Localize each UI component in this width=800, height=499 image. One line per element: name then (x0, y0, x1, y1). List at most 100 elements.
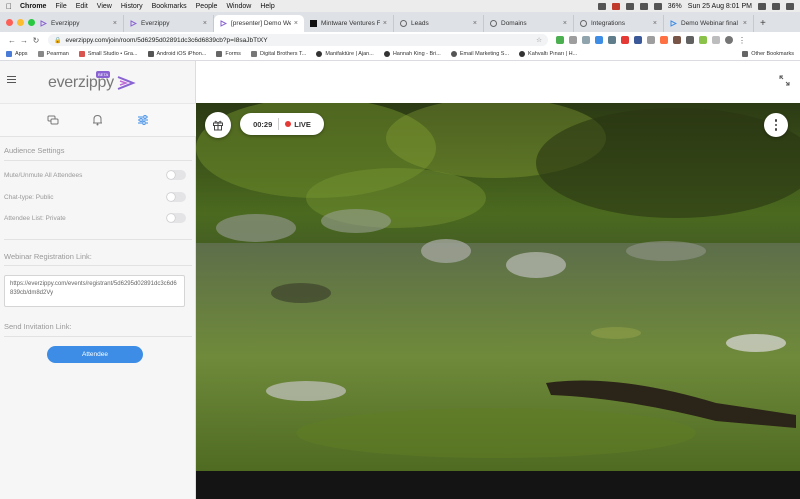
browser-tab[interactable]: Mintware Ventures FZ × (304, 15, 394, 32)
setting-chat-type: Chat-type: Public (4, 192, 186, 202)
bookmark-item[interactable]: Kahvaltı Pınarı | H... (519, 51, 577, 57)
extension-icon[interactable] (686, 36, 694, 44)
bookmark-favicon-icon (78, 51, 85, 57)
menu-file[interactable]: File (55, 3, 66, 10)
browser-tab-active[interactable]: [presenter] Demo Webi × (214, 15, 304, 32)
live-video-feed[interactable] (196, 103, 800, 471)
menu-edit[interactable]: Edit (76, 3, 88, 10)
mute-all-toggle[interactable] (166, 170, 186, 180)
clock[interactable]: Sun 25 Aug 8:01 PM (688, 3, 752, 10)
reload-icon[interactable]: ↻ (30, 36, 42, 45)
bookmark-item[interactable]: Forms (216, 51, 241, 57)
menu-people[interactable]: People (196, 3, 218, 10)
close-tab-icon[interactable]: × (383, 20, 387, 27)
extension-icon[interactable] (634, 36, 642, 44)
tab-strip: Everzippy × Everzippy × [presenter] Demo… (0, 12, 800, 32)
extension-icon[interactable] (673, 36, 681, 44)
menu-view[interactable]: View (97, 3, 112, 10)
tab-settings[interactable] (136, 113, 150, 127)
fullscreen-icon[interactable] (779, 75, 790, 86)
address-bar[interactable]: 🔒 everzippy.com/join/room/5d6295d02891dc… (48, 34, 548, 46)
new-tab-button[interactable]: + (760, 18, 766, 32)
menu-history[interactable]: History (121, 3, 143, 10)
extension-icon[interactable] (621, 36, 629, 44)
notification-center-icon[interactable] (786, 2, 794, 10)
close-tab-icon[interactable]: × (473, 20, 477, 27)
bookmark-item[interactable]: Manifaktüre | Ajan... (316, 51, 374, 57)
sidebar-tabs (0, 103, 196, 137)
close-tab-icon[interactable]: × (653, 20, 657, 27)
bookmark-star-icon[interactable]: ☆ (536, 36, 542, 44)
browser-tab[interactable]: Domains × (484, 15, 574, 32)
browser-tab[interactable]: Everzippy × (124, 15, 214, 32)
live-timer: 00:29 LIVE (240, 113, 324, 135)
minimize-window-icon[interactable] (17, 19, 24, 26)
lock-icon[interactable]: 🔒 (54, 37, 61, 44)
extension-icon[interactable] (712, 36, 720, 44)
menu-bookmarks[interactable]: Bookmarks (152, 3, 187, 10)
back-icon[interactable]: ← (6, 36, 18, 45)
more-options-button[interactable] (764, 113, 788, 137)
close-tab-icon[interactable]: × (294, 20, 298, 27)
browser-tab[interactable]: Integrations × (574, 15, 664, 32)
menu-window[interactable]: Window (226, 3, 251, 10)
hamburger-menu-icon[interactable] (7, 76, 16, 85)
bookmark-item[interactable]: Apps (6, 51, 28, 57)
bookmark-item[interactable]: Small Studio • Gra... (78, 51, 138, 57)
apple-icon[interactable]:  (6, 2, 12, 11)
attendee-invite-button[interactable]: Attendee (47, 346, 143, 363)
tab-title: Everzippy (141, 20, 170, 27)
extension-status-icon[interactable] (625, 2, 634, 10)
menu-app-name[interactable]: Chrome (20, 3, 46, 10)
browser-tab[interactable]: Leads × (394, 15, 484, 32)
bookmark-item[interactable]: Digital Brothers T... (250, 51, 306, 57)
extension-icon[interactable] (699, 36, 707, 44)
battery-percent[interactable]: 36% (668, 3, 682, 10)
gift-button[interactable] (205, 112, 231, 138)
chrome-menu-icon[interactable]: ⋮ (738, 36, 746, 45)
extension-icon[interactable] (569, 36, 577, 44)
extension-icon[interactable] (608, 36, 616, 44)
extensions: ⋮ (556, 36, 746, 45)
wifi-icon[interactable] (639, 2, 648, 10)
bookmark-item[interactable]: Android iOS iPhon... (147, 51, 206, 57)
extension-icon[interactable] (647, 36, 655, 44)
close-tab-icon[interactable]: × (113, 20, 117, 27)
close-tab-icon[interactable]: × (743, 20, 747, 27)
close-tab-icon[interactable]: × (203, 20, 207, 27)
extension-icon[interactable] (582, 36, 590, 44)
extension-icon[interactable] (595, 36, 603, 44)
tab-chat[interactable] (46, 113, 60, 127)
location-icon[interactable] (597, 2, 606, 10)
forward-icon[interactable]: → (18, 36, 30, 45)
browser-toolbar: ← → ↻ 🔒 everzippy.com/join/room/5d6295d0… (0, 32, 800, 48)
volume-icon[interactable] (653, 2, 662, 10)
apps-grid-icon (6, 51, 12, 57)
other-bookmarks[interactable]: Other Bookmarks (742, 51, 794, 57)
profile-avatar[interactable] (725, 36, 733, 44)
attendee-list-toggle[interactable] (166, 213, 186, 223)
bookmark-label: Email Marketing S... (459, 51, 510, 57)
registration-link-field[interactable]: https://everzippy.com/events/registrant/… (4, 275, 185, 307)
user-icon[interactable] (772, 2, 780, 10)
recording-icon[interactable] (611, 2, 620, 10)
extension-icon[interactable] (556, 36, 564, 44)
menu-help[interactable]: Help (260, 3, 274, 10)
search-icon[interactable] (758, 2, 766, 10)
tab-title: [presenter] Demo Webi (231, 20, 291, 27)
bell-icon (93, 114, 103, 126)
browser-tab[interactable]: Everzippy × (34, 15, 124, 32)
browser-tab[interactable]: Demo Webinar final × (664, 15, 754, 32)
send-invitation-title: Send Invitation Link: (4, 322, 72, 331)
chat-type-toggle[interactable] (166, 192, 186, 202)
extension-icon[interactable] (660, 36, 668, 44)
bookmark-item[interactable]: Hannah King - Bri... (383, 51, 441, 57)
everzippy-favicon-icon (130, 20, 138, 27)
registration-link-title: Webinar Registration Link: (4, 252, 92, 261)
close-window-icon[interactable] (6, 19, 13, 26)
stage-topbar (196, 61, 800, 103)
bookmark-item[interactable]: Pearman (37, 51, 69, 57)
close-tab-icon[interactable]: × (563, 20, 567, 27)
tab-notifications[interactable] (91, 113, 105, 127)
bookmark-item[interactable]: Email Marketing S... (450, 51, 510, 57)
